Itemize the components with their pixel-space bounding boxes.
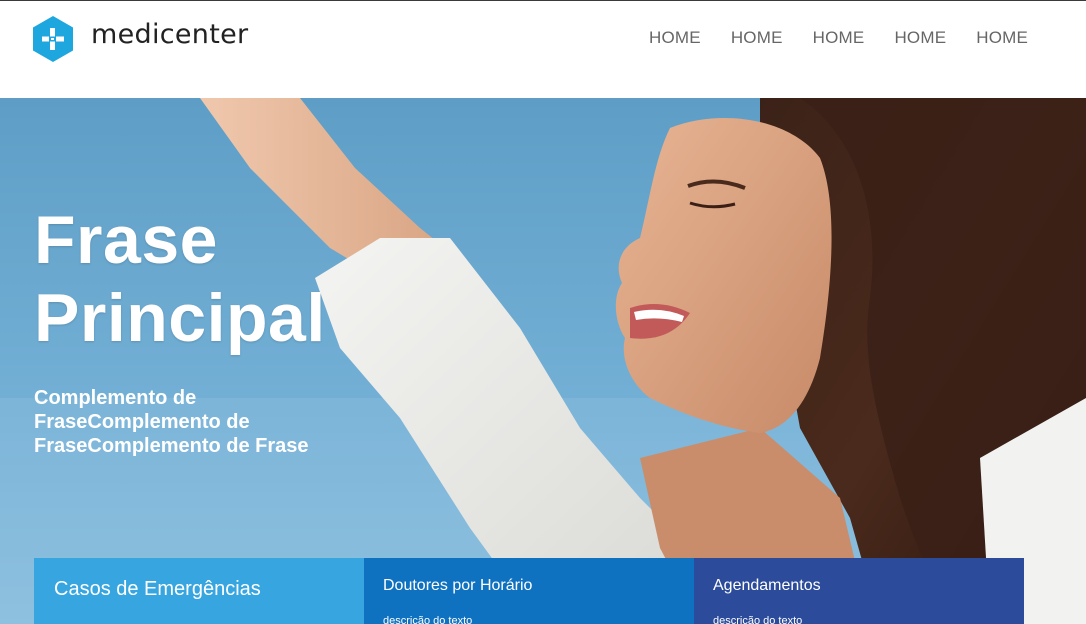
hero-subtitle: Complemento de FraseComplemento de Frase… xyxy=(34,387,309,457)
nav-item-home-1[interactable]: HOME xyxy=(649,28,701,48)
brand-name: medicenter xyxy=(91,18,249,50)
hero-title: Frase Principal xyxy=(34,201,434,357)
card-title: Casos de Emergências xyxy=(54,578,261,600)
nav-item-home-5[interactable]: HOME xyxy=(976,28,1028,48)
nav-item-home-2[interactable]: HOME xyxy=(731,28,783,48)
plus-hexagon-icon xyxy=(33,16,73,62)
card-description: descrição do texto xyxy=(713,615,803,624)
card-doctors-schedule[interactable]: Doutores por Horário descrição do texto xyxy=(364,558,694,624)
nav-item-home-4[interactable]: HOME xyxy=(894,28,946,48)
card-description: descrição do texto xyxy=(383,615,473,624)
hero-banner: Frase Principal Complemento de FraseComp… xyxy=(0,98,1086,624)
site-header: medicenter HOME HOME HOME HOME HOME xyxy=(0,1,1086,98)
nav-item-home-3[interactable]: HOME xyxy=(813,28,865,48)
hero-photo-woman xyxy=(0,98,1086,624)
hero-title-line-1: Frase xyxy=(34,202,218,278)
feature-cards: Casos de Emergências Doutores por Horári… xyxy=(34,558,1024,624)
brand-logo-link[interactable]: medicenter xyxy=(33,16,248,62)
card-title: Doutores por Horário xyxy=(383,577,533,594)
card-appointments[interactable]: Agendamentos descrição do texto xyxy=(694,558,1024,624)
card-title: Agendamentos xyxy=(713,577,821,594)
card-emergency[interactable]: Casos de Emergências xyxy=(34,558,364,624)
hero-title-line-2: Principal xyxy=(34,280,326,356)
main-nav: HOME HOME HOME HOME HOME xyxy=(649,28,1058,48)
